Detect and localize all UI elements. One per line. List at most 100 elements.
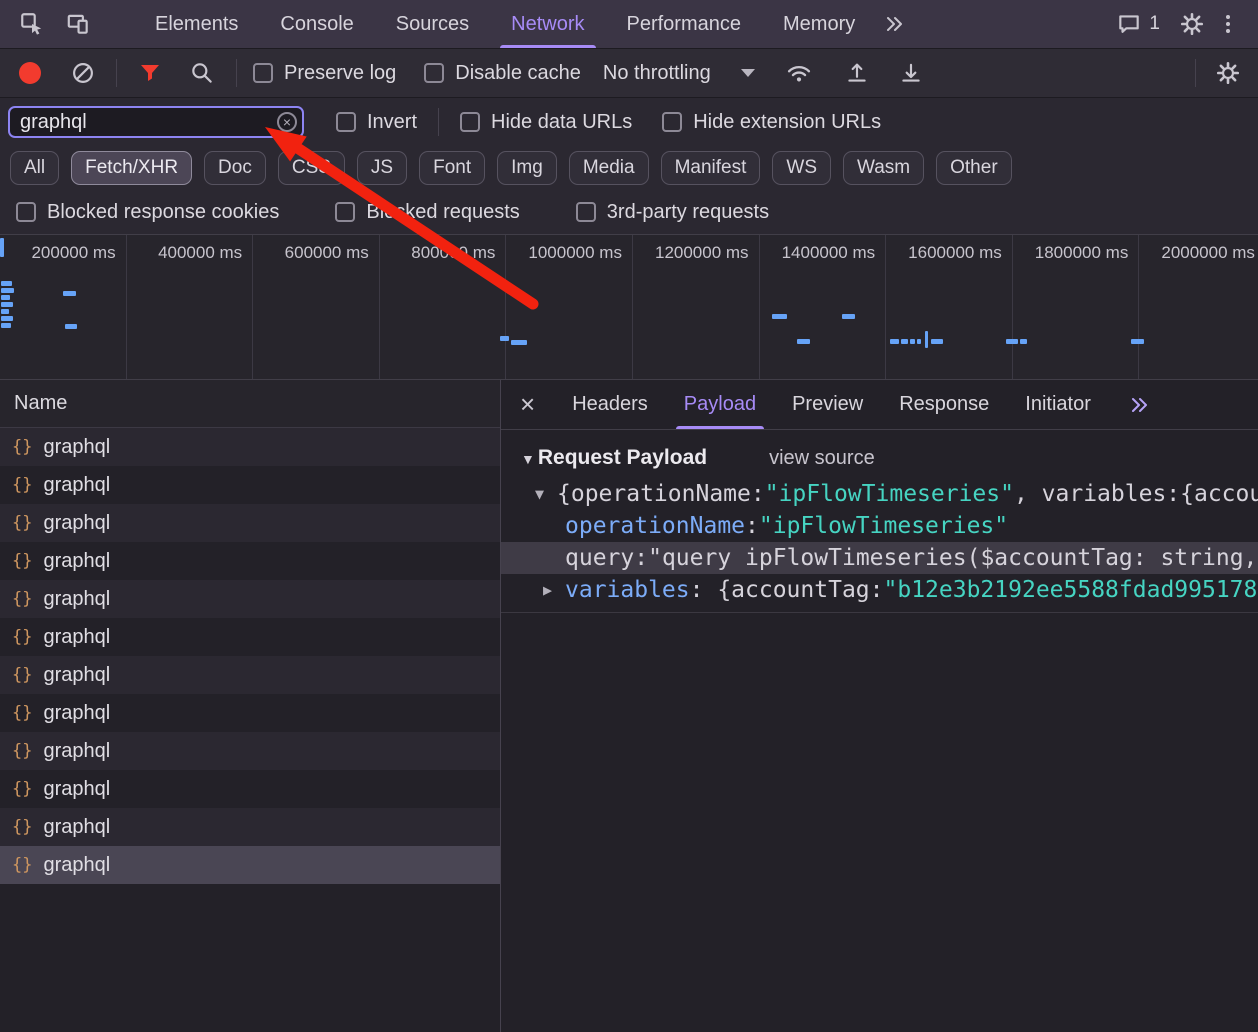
extra-filter-checkbox[interactable]: Blocked response cookies (16, 201, 279, 224)
record-button[interactable] (19, 62, 41, 84)
json-braces-icon (12, 703, 32, 723)
request-list-pane: Name graphql graphql graphql graphql gra… (0, 380, 501, 1032)
waterfall-bar (931, 339, 943, 344)
inspect-element-icon[interactable] (14, 6, 50, 42)
devtools-tab[interactable]: Elements (134, 0, 259, 48)
request-row[interactable]: graphql (0, 504, 500, 542)
property-colon: : (745, 510, 759, 542)
detail-tab-label: Payload (684, 393, 756, 416)
preserve-log-checkbox[interactable]: Preserve log (253, 62, 396, 85)
checkbox-box (662, 112, 682, 132)
checkbox-box (336, 112, 356, 132)
devtools-tab[interactable]: Memory (762, 0, 876, 48)
request-row[interactable]: graphql (0, 428, 500, 466)
devtools-tab[interactable]: Console (259, 0, 374, 48)
extra-filter-label: 3rd-party requests (607, 201, 769, 224)
disable-cache-checkbox[interactable]: Disable cache (424, 62, 581, 85)
request-type-chip[interactable]: Manifest (661, 151, 761, 185)
detail-tab[interactable]: Response (881, 380, 1007, 429)
more-tabs-icon[interactable] (876, 6, 912, 42)
request-row[interactable]: graphql (0, 770, 500, 808)
detail-tab[interactable]: Payload (666, 380, 774, 429)
chip-label: Img (511, 157, 543, 179)
hide-extension-urls-checkbox[interactable]: Hide extension URLs (662, 111, 881, 134)
waterfall-bar (65, 324, 77, 329)
waterfall-bar (500, 336, 509, 341)
filter-icon[interactable] (132, 55, 168, 91)
kebab-menu-icon[interactable] (1210, 6, 1246, 42)
detail-tab[interactable]: Preview (774, 380, 881, 429)
request-row[interactable]: graphql (0, 618, 500, 656)
request-type-chip[interactable]: All (10, 151, 59, 185)
request-type-chip[interactable]: Media (569, 151, 649, 185)
devtools-tab[interactable]: Performance (606, 0, 763, 48)
request-row[interactable]: graphql (0, 808, 500, 846)
request-row[interactable]: graphql (0, 846, 500, 884)
settings-gear-icon[interactable] (1174, 6, 1210, 42)
hide-data-urls-checkbox[interactable]: Hide data URLs (460, 111, 632, 134)
request-type-chip[interactable]: Doc (204, 151, 266, 185)
expand-triangle-icon[interactable] (535, 478, 557, 510)
clear-filter-icon[interactable] (277, 112, 297, 132)
detail-tab[interactable]: Headers (554, 380, 666, 429)
filter-row: Invert Hide data URLs Hide extension URL… (0, 98, 1258, 146)
json-braces-icon (12, 817, 32, 837)
network-conditions-icon[interactable] (781, 55, 817, 91)
export-har-icon[interactable] (893, 55, 929, 91)
devtools-tab-label: Console (280, 13, 353, 36)
name-column-header[interactable]: Name (0, 380, 500, 428)
extra-filter-checkbox[interactable]: 3rd-party requests (576, 201, 769, 224)
json-braces-icon (12, 855, 32, 875)
waterfall-bar (1, 288, 14, 293)
console-messages-icon[interactable] (1111, 6, 1147, 42)
payload-panel: Request Payload view source {operationNa… (501, 430, 1258, 1032)
throttling-select[interactable]: No throttling (603, 62, 755, 85)
close-details-icon[interactable] (501, 389, 554, 420)
collapse-triangle-icon[interactable] (521, 451, 535, 467)
expand-triangle-icon[interactable] (543, 574, 565, 606)
device-toolbar-icon[interactable] (60, 6, 96, 42)
request-type-chip[interactable]: WS (772, 151, 831, 185)
payload-property-row[interactable]: variables: {accountTag: "b12e3b2192ee558… (501, 574, 1258, 606)
request-rows: graphql graphql graphql graphql graphql … (0, 428, 500, 884)
devtools-tab[interactable]: Sources (375, 0, 490, 48)
payload-root-row[interactable]: {operationName: "ipFlowTimeseries", vari… (501, 478, 1258, 510)
request-row[interactable]: graphql (0, 542, 500, 580)
waterfall-bar (63, 291, 76, 296)
json-braces-icon (12, 437, 32, 457)
waterfall-bar (0, 238, 4, 257)
chip-label: CSS (292, 157, 331, 179)
invert-checkbox[interactable]: Invert (336, 111, 417, 134)
network-settings-gear-icon[interactable] (1210, 55, 1246, 91)
request-type-chip[interactable]: JS (357, 151, 407, 185)
request-type-chip[interactable]: Font (419, 151, 485, 185)
search-icon[interactable] (184, 55, 220, 91)
waterfall-bar (772, 314, 787, 319)
request-row[interactable]: graphql (0, 732, 500, 770)
request-type-chip[interactable]: Fetch/XHR (71, 151, 192, 185)
hide-data-urls-label: Hide data URLs (491, 111, 632, 134)
request-row[interactable]: graphql (0, 466, 500, 504)
devtools-tab[interactable]: Network (490, 0, 605, 48)
view-source-link[interactable]: view source (769, 447, 875, 470)
filter-input[interactable] (8, 106, 304, 138)
request-type-chip[interactable]: Img (497, 151, 557, 185)
payload-property-row-selected[interactable]: query: "query ipFlowTimeseries($accountT… (501, 542, 1258, 574)
more-detail-tabs-icon[interactable] (1121, 387, 1157, 423)
import-har-icon[interactable] (839, 55, 875, 91)
timeline-overview[interactable]: 200000 ms 400000 ms 600000 ms 800000 ms … (0, 234, 1258, 380)
request-row[interactable]: graphql (0, 580, 500, 618)
request-type-chip[interactable]: CSS (278, 151, 345, 185)
payload-property-row[interactable]: operationName: "ipFlowTimeseries" (501, 510, 1258, 542)
request-row[interactable]: graphql (0, 694, 500, 732)
request-row[interactable]: graphql (0, 656, 500, 694)
json-braces-icon (12, 551, 32, 571)
request-type-chip[interactable]: Other (936, 151, 1012, 185)
request-type-chip[interactable]: Wasm (843, 151, 924, 185)
property-key: operationName (565, 510, 745, 542)
clear-network-log-icon[interactable] (65, 55, 101, 91)
chip-label: WS (786, 157, 817, 179)
detail-tab[interactable]: Initiator (1007, 380, 1109, 429)
extra-filter-checkbox[interactable]: Blocked requests (335, 201, 519, 224)
json-braces-icon (12, 475, 32, 495)
